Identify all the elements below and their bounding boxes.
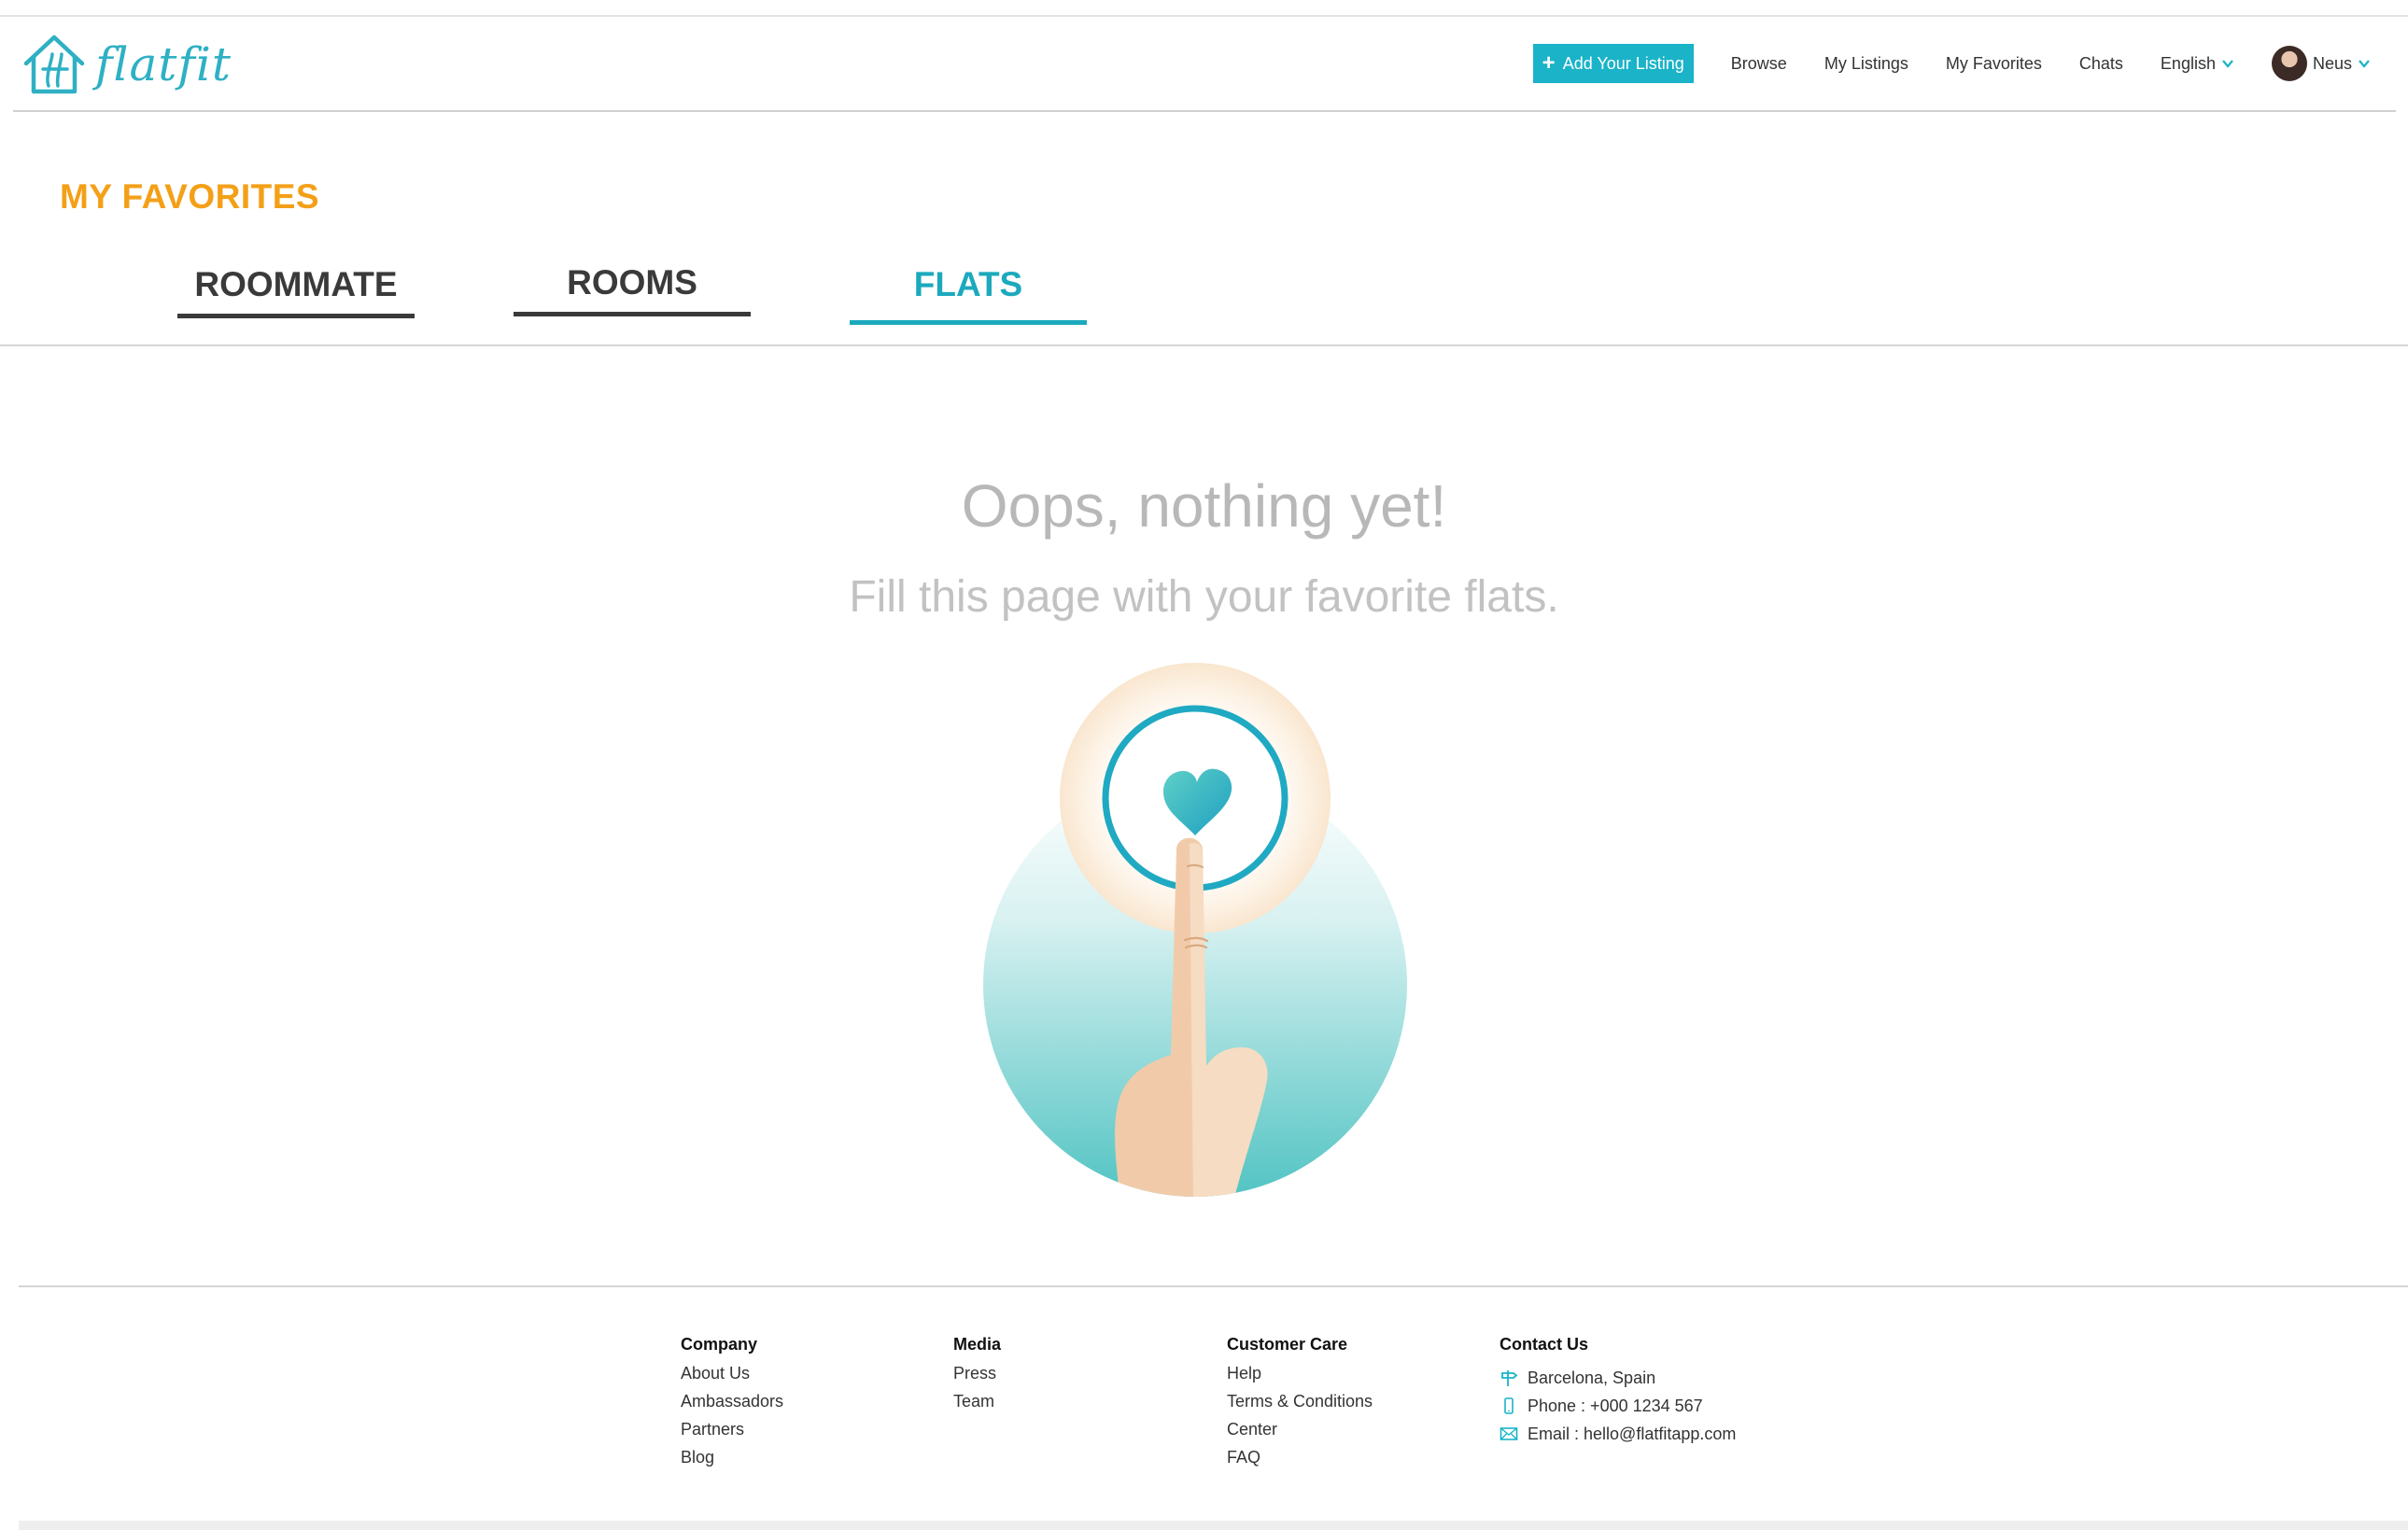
- tab-roommate[interactable]: ROOMMATE: [177, 265, 415, 318]
- footer-link-faq[interactable]: FAQ: [1227, 1448, 1373, 1476]
- tab-flats-label: FLATS: [913, 265, 1023, 303]
- house-logo-icon: [23, 35, 85, 94]
- language-label: English: [2160, 53, 2216, 73]
- main-nav: + Add Your Listing Browse My Listings My…: [1532, 43, 2371, 84]
- add-listing-button[interactable]: + Add Your Listing: [1532, 44, 1694, 83]
- tab-rooms-underline: [514, 312, 751, 316]
- phone-icon: [1504, 1397, 1514, 1414]
- user-name: Neus: [2312, 53, 2352, 73]
- signpost-icon: [1501, 1370, 1518, 1386]
- header-divider: [13, 110, 2396, 112]
- logo-wordmark: flatfit: [95, 37, 232, 91]
- empty-state-subtitle: Fill this page with your favorite flats.: [849, 572, 1559, 622]
- tab-rooms-label: ROOMS: [567, 263, 697, 302]
- top-navbar: flatfit + Add Your Listing Browse My Lis…: [0, 17, 2408, 112]
- nav-chats[interactable]: Chats: [2079, 54, 2123, 74]
- footer-media: Media Press Team: [953, 1335, 1001, 1420]
- mail-icon: [1500, 1427, 1518, 1440]
- footer-link-partners[interactable]: Partners: [681, 1420, 783, 1448]
- tab-roommate-label: ROOMMATE: [194, 265, 398, 303]
- footer-media-heading: Media: [953, 1335, 1002, 1354]
- nav-my-listings[interactable]: My Listings: [1824, 54, 1908, 74]
- tabs-divider: [0, 344, 2408, 346]
- plus-icon: +: [1542, 50, 1556, 76]
- logo[interactable]: flatfit: [21, 32, 232, 97]
- contact-location-text: Barcelona, Spain: [1528, 1368, 1656, 1387]
- bottom-bar: [19, 1521, 2408, 1530]
- avatar: [2271, 46, 2307, 81]
- add-listing-label: Add Your Listing: [1562, 53, 1684, 73]
- empty-state-title: Oops, nothing yet!: [961, 472, 1447, 540]
- footer-customer-care-heading: Customer Care: [1227, 1335, 1348, 1354]
- footer-company-heading: Company: [681, 1335, 758, 1354]
- page-title: MY FAVORITES: [60, 177, 320, 216]
- empty-favorites-illustration: [983, 663, 1407, 1197]
- footer-link-team[interactable]: Team: [953, 1392, 1001, 1420]
- nav-browse[interactable]: Browse: [1731, 54, 1787, 74]
- nav-my-favorites[interactable]: My Favorites: [1946, 54, 2042, 74]
- language-dropdown[interactable]: English: [2161, 54, 2234, 74]
- footer-company: Company About Us Ambassadors Partners Bl…: [681, 1335, 783, 1476]
- footer-link-terms[interactable]: Terms & Conditions: [1227, 1392, 1373, 1420]
- contact-phone: Phone : +000 1234 567: [1500, 1392, 1736, 1420]
- footer-link-about-us[interactable]: About Us: [681, 1364, 783, 1392]
- footer-contact: Contact Us Barcelona, Spain Phone : +000…: [1500, 1335, 1736, 1448]
- tab-flats-underline: [850, 320, 1087, 325]
- contact-phone-text: Phone : +000 1234 567: [1528, 1396, 1703, 1415]
- user-menu[interactable]: Neus: [2271, 46, 2371, 81]
- footer-link-help[interactable]: Help: [1227, 1364, 1373, 1392]
- contact-email[interactable]: Email : hello@flatfitapp.com: [1500, 1420, 1736, 1448]
- chevron-down-icon: [2359, 60, 2370, 68]
- chevron-down-icon: [2222, 60, 2233, 68]
- footer-contact-heading: Contact Us: [1500, 1335, 1589, 1354]
- footer-divider: [19, 1285, 2408, 1287]
- footer-link-press[interactable]: Press: [953, 1364, 1001, 1392]
- contact-location: Barcelona, Spain: [1500, 1364, 1736, 1392]
- footer-link-blog[interactable]: Blog: [681, 1448, 783, 1476]
- tab-roommate-underline: [177, 314, 415, 318]
- tab-rooms[interactable]: ROOMS: [514, 263, 751, 316]
- footer-link-center[interactable]: Center: [1227, 1420, 1373, 1448]
- footer-customer-care: Customer Care Help Terms & Conditions Ce…: [1227, 1335, 1373, 1476]
- tab-flats[interactable]: FLATS: [850, 265, 1087, 325]
- contact-email-text: Email : hello@flatfitapp.com: [1528, 1424, 1737, 1443]
- footer-link-ambassadors[interactable]: Ambassadors: [681, 1392, 783, 1420]
